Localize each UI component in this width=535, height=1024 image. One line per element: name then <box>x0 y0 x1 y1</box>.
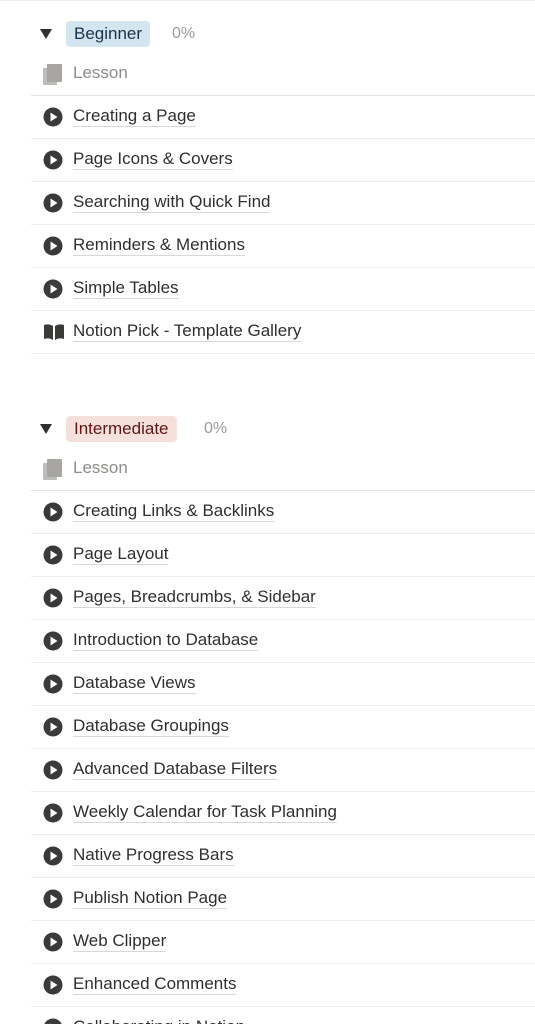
lesson-row[interactable]: Native Progress Bars <box>31 835 535 878</box>
lesson-title[interactable]: Database Views <box>73 673 196 694</box>
play-circle-icon <box>43 150 63 170</box>
lesson-row[interactable]: Publish Notion Page <box>31 878 535 921</box>
lesson-row[interactable]: Collaborating in Notion <box>31 1007 535 1024</box>
lesson-title[interactable]: Searching with Quick Find <box>73 192 271 213</box>
lesson-row[interactable]: Database Views <box>31 663 535 706</box>
play-circle-icon <box>43 107 63 127</box>
column-header-label: Lesson <box>73 458 128 477</box>
group-progress: 0% <box>204 420 228 437</box>
page-stack-icon <box>43 459 62 480</box>
toggle-triangle-icon[interactable] <box>40 29 52 39</box>
lesson-row[interactable]: Notion Pick - Template Gallery <box>31 311 535 354</box>
play-circle-icon <box>43 545 63 565</box>
lesson-title[interactable]: Publish Notion Page <box>73 888 228 909</box>
lesson-title[interactable]: Weekly Calendar for Task Planning <box>73 802 337 823</box>
lesson-title[interactable]: Database Groupings <box>73 716 229 737</box>
lesson-title[interactable]: Enhanced Comments <box>73 974 237 995</box>
lesson-row[interactable]: Web Clipper <box>31 921 535 964</box>
lesson-title[interactable]: Web Clipper <box>73 931 167 952</box>
play-circle-icon <box>43 193 63 213</box>
lesson-row[interactable]: Page Layout <box>31 534 535 577</box>
lesson-title[interactable]: Advanced Database Filters <box>73 759 278 780</box>
play-circle-icon <box>43 932 63 952</box>
group-progress: 0% <box>172 25 196 42</box>
lesson-row[interactable]: Weekly Calendar for Task Planning <box>31 792 535 835</box>
lesson-title[interactable]: Page Icons & Covers <box>73 149 233 170</box>
lesson-title[interactable]: Creating a Page <box>73 106 196 127</box>
toggle-triangle-icon[interactable] <box>40 424 52 434</box>
page-stack-icon <box>43 64 62 85</box>
lesson-row[interactable]: Reminders & Mentions <box>31 225 535 268</box>
lesson-row[interactable]: Page Icons & Covers <box>31 139 535 182</box>
column-header: Lesson <box>31 448 535 491</box>
lesson-title[interactable]: Creating Links & Backlinks <box>73 501 275 522</box>
lesson-row[interactable]: Introduction to Database <box>31 620 535 663</box>
lesson-row[interactable]: Simple Tables <box>31 268 535 311</box>
play-circle-icon <box>43 846 63 866</box>
group-intermediate: Intermediate 0% Lesson Creating Links & … <box>31 410 535 1024</box>
lesson-row[interactable]: Searching with Quick Find <box>31 182 535 225</box>
group-beginner: Beginner 0% Lesson Creating a Page Page I… <box>31 15 535 354</box>
lesson-list: Creating Links & Backlinks Page Layout Pag… <box>31 491 535 1024</box>
lesson-title[interactable]: Reminders & Mentions <box>73 235 245 256</box>
group-tag[interactable]: Beginner <box>66 21 151 47</box>
group-header: Beginner 0% <box>31 15 535 53</box>
play-circle-icon <box>43 279 63 299</box>
column-header: Lesson <box>31 53 535 96</box>
lesson-title[interactable]: Pages, Breadcrumbs, & Sidebar <box>73 587 316 608</box>
play-circle-icon <box>43 803 63 823</box>
play-circle-icon <box>43 889 63 909</box>
play-circle-icon <box>43 717 63 737</box>
lesson-row[interactable]: Enhanced Comments <box>31 964 535 1007</box>
open-book-icon <box>43 322 64 342</box>
lessons-board: Beginner 0% Lesson Creating a Page Page I… <box>0 0 535 1024</box>
group-header: Intermediate 0% <box>31 410 535 448</box>
play-circle-icon <box>43 760 63 780</box>
lesson-title[interactable]: Introduction to Database <box>73 630 259 651</box>
lesson-list: Creating a Page Page Icons & Covers Search… <box>31 96 535 354</box>
play-circle-icon <box>43 588 63 608</box>
lesson-title[interactable]: Page Layout <box>73 544 169 565</box>
play-circle-icon <box>43 674 63 694</box>
lesson-title[interactable]: Native Progress Bars <box>73 845 234 866</box>
lesson-row[interactable]: Database Groupings <box>31 706 535 749</box>
lesson-row[interactable]: Creating a Page <box>31 96 535 139</box>
lesson-title[interactable]: Notion Pick - Template Gallery <box>73 321 302 342</box>
lesson-row[interactable]: Creating Links & Backlinks <box>31 491 535 534</box>
top-divider <box>0 0 535 1</box>
lesson-title[interactable]: Collaborating in Notion <box>73 1017 245 1024</box>
column-header-label: Lesson <box>73 63 128 82</box>
group-tag[interactable]: Intermediate <box>66 416 177 442</box>
lesson-row[interactable]: Advanced Database Filters <box>31 749 535 792</box>
play-circle-icon <box>43 975 63 995</box>
play-circle-icon <box>43 631 63 651</box>
play-circle-icon <box>43 236 63 256</box>
lesson-title[interactable]: Simple Tables <box>73 278 179 299</box>
lesson-row[interactable]: Pages, Breadcrumbs, & Sidebar <box>31 577 535 620</box>
play-circle-icon <box>43 1018 63 1024</box>
play-circle-icon <box>43 502 63 522</box>
